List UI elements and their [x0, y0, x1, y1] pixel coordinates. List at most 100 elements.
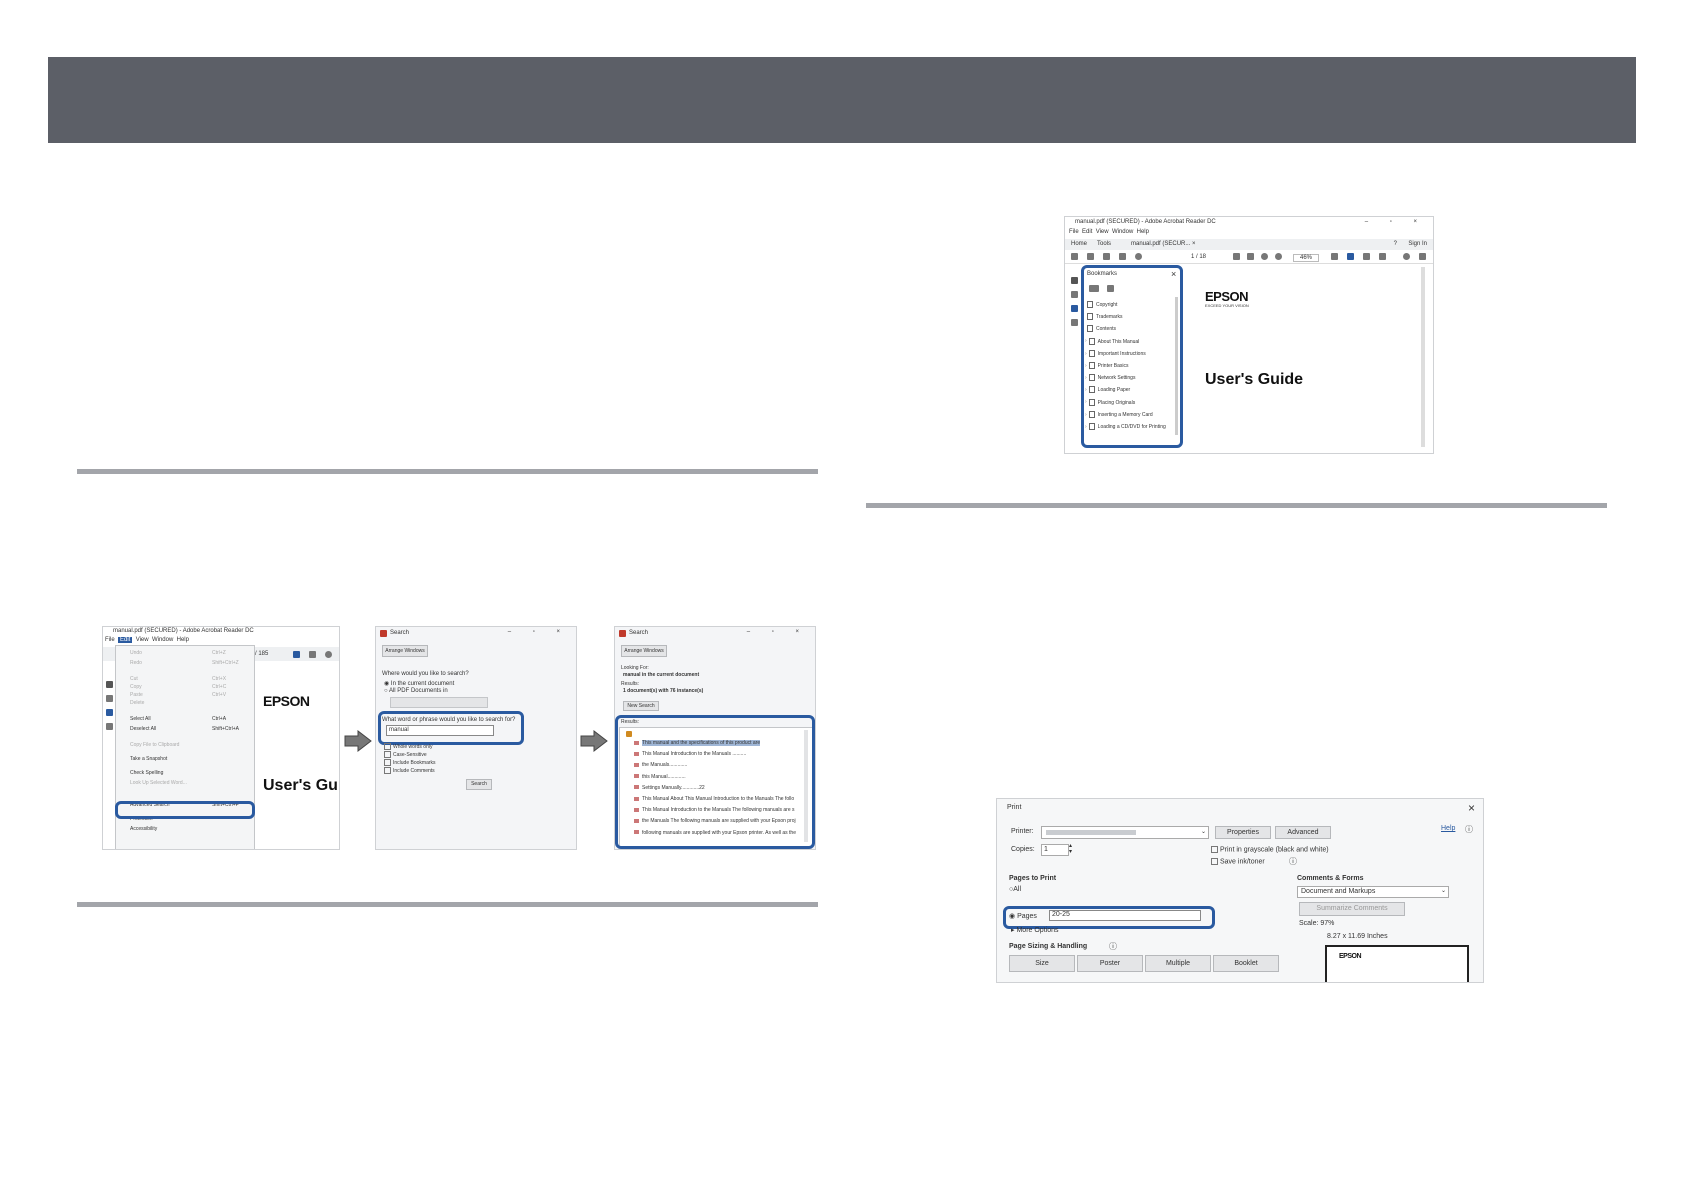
- header-banner: [48, 57, 1636, 143]
- edit-menu-item[interactable]: Select All Ctrl+A: [130, 716, 250, 722]
- grayscale-checkbox[interactable]: Print in grayscale (black and white): [1211, 846, 1329, 853]
- edit-menu-item[interactable]: Accessibility: [130, 826, 250, 832]
- print-dialog-title: Print: [1007, 804, 1022, 811]
- menu-bar[interactable]: File Edit View Window Help: [105, 637, 189, 643]
- copies-input[interactable]: 1: [1041, 844, 1069, 856]
- search-button[interactable]: Search: [466, 779, 492, 790]
- mail-icon[interactable]: [1119, 253, 1126, 260]
- arrange-windows-button[interactable]: Arrange Windows: [382, 645, 428, 657]
- page-indicator[interactable]: 1 / 18: [1191, 254, 1206, 260]
- option-all-pages[interactable]: ○All: [1009, 886, 1021, 893]
- menu-window[interactable]: Window: [152, 637, 173, 643]
- edit-menu-item[interactable]: Cut Ctrl+X: [130, 676, 250, 682]
- pages-icon[interactable]: [106, 695, 113, 702]
- zoom-out-icon[interactable]: [1261, 253, 1268, 260]
- edit-menu-item[interactable]: Deselect All Shift+Ctrl+A: [130, 726, 250, 732]
- tab-document[interactable]: manual.pdf (SECUR... ×: [1131, 241, 1196, 247]
- window-controls[interactable]: – ▫ ×: [1365, 219, 1427, 225]
- window-controls[interactable]: – ▫ ×: [747, 629, 809, 635]
- edit-menu-item[interactable]: Paste Ctrl+V: [130, 692, 250, 698]
- new-search-button[interactable]: New Search: [623, 701, 659, 711]
- edit-menu-item[interactable]: Check Spelling: [130, 770, 250, 776]
- rotate-icon[interactable]: [1363, 253, 1370, 260]
- menu-window[interactable]: Window: [1112, 229, 1133, 235]
- option-all-pdf[interactable]: ○ All PDF Documents in: [384, 688, 448, 694]
- tools-icon[interactable]: [1379, 253, 1386, 260]
- info-icon[interactable]: ⓘ: [1289, 856, 1297, 867]
- select-icon[interactable]: [1233, 253, 1240, 260]
- tab-tools[interactable]: Tools: [1097, 241, 1111, 247]
- pages-icon[interactable]: [1071, 291, 1078, 298]
- attachment-icon[interactable]: [106, 723, 113, 730]
- search-option-checkbox[interactable]: Include Comments: [384, 767, 435, 774]
- zoom-field[interactable]: 46%: [1293, 254, 1320, 262]
- window-controls[interactable]: – ▫ ×: [508, 629, 570, 635]
- grayscale-label: Print in grayscale (black and white): [1220, 846, 1329, 854]
- save-icon[interactable]: [1071, 253, 1078, 260]
- sign-in-link[interactable]: Sign In: [1408, 241, 1427, 247]
- search-icon[interactable]: [1135, 253, 1142, 260]
- size-button[interactable]: Size: [1009, 955, 1075, 972]
- comments-select[interactable]: Document and Markups ⌄: [1297, 886, 1449, 898]
- edit-menu-item[interactable]: Copy Ctrl+C: [130, 684, 250, 690]
- menu-file[interactable]: File: [1069, 229, 1079, 235]
- search-option-checkbox[interactable]: Include Bookmarks: [384, 759, 436, 766]
- lock-icon[interactable]: [106, 681, 113, 688]
- info-icon[interactable]: ⓘ: [1465, 824, 1473, 835]
- option-current-document[interactable]: ◉ In the current document: [384, 680, 454, 687]
- menu-edit[interactable]: Edit: [118, 637, 133, 643]
- close-icon[interactable]: ×: [1468, 801, 1475, 815]
- search-option-checkbox[interactable]: Case-Sensitive: [384, 751, 427, 758]
- booklet-button[interactable]: Booklet: [1213, 955, 1279, 972]
- print-icon[interactable]: [1103, 253, 1110, 260]
- select-icon[interactable]: [293, 651, 300, 658]
- hand-icon[interactable]: [1247, 253, 1254, 260]
- bookmark-icon[interactable]: [1071, 305, 1078, 312]
- multiple-button[interactable]: Multiple: [1145, 955, 1211, 972]
- arrange-windows-button[interactable]: Arrange Windows: [621, 645, 667, 657]
- folder-select[interactable]: [390, 697, 488, 708]
- printer-select[interactable]: ⌄: [1041, 826, 1209, 839]
- attachment-icon[interactable]: [1071, 319, 1078, 326]
- zoom-in-icon[interactable]: [1275, 253, 1282, 260]
- fit-icon[interactable]: [1331, 253, 1338, 260]
- menu-edit[interactable]: Edit: [1082, 229, 1092, 235]
- edit-menu-item[interactable]: Copy File to Clipboard: [130, 742, 250, 748]
- lock-icon[interactable]: [1071, 277, 1078, 284]
- poster-button[interactable]: Poster: [1077, 955, 1143, 972]
- help-link[interactable]: Help: [1441, 825, 1455, 832]
- copies-stepper[interactable]: ▴ ▾: [1069, 843, 1072, 855]
- edit-menu-item[interactable]: Take a Snapshot: [130, 756, 250, 762]
- edit-menu-item[interactable]: Delete: [130, 700, 250, 706]
- more-options-toggle[interactable]: ▸ More Options: [1011, 926, 1059, 934]
- sign-icon[interactable]: [1419, 253, 1426, 260]
- zoom-out-icon[interactable]: [325, 651, 332, 658]
- menu-bar[interactable]: File Edit View Window Help: [1069, 229, 1149, 235]
- info-icon[interactable]: ⓘ: [1109, 941, 1117, 952]
- menu-file[interactable]: File: [105, 637, 115, 643]
- search-option-checkbox[interactable]: Whole words only: [384, 743, 432, 750]
- hand-icon[interactable]: [309, 651, 316, 658]
- page-scrollbar[interactable]: [1421, 267, 1425, 447]
- help-icon[interactable]: ?: [1394, 241, 1397, 247]
- chevron-down-icon[interactable]: ⌄: [1441, 887, 1446, 894]
- comment-icon[interactable]: [1403, 253, 1410, 260]
- results-count: 1 document(s) with 76 instance(s): [623, 688, 704, 694]
- menu-help[interactable]: Help: [177, 637, 189, 643]
- bookmark-icon[interactable]: [106, 709, 113, 716]
- properties-button[interactable]: Properties: [1215, 826, 1271, 839]
- tab-home[interactable]: Home: [1071, 241, 1087, 247]
- edit-menu-label: Accessibility: [130, 826, 158, 832]
- chevron-down-icon[interactable]: ⌄: [1201, 828, 1206, 835]
- home-icon[interactable]: [1087, 253, 1094, 260]
- edit-menu-item[interactable]: Look Up Selected Word...: [130, 780, 250, 786]
- menu-help[interactable]: Help: [1137, 229, 1149, 235]
- menu-view[interactable]: View: [1096, 229, 1109, 235]
- advanced-button[interactable]: Advanced: [1275, 826, 1331, 839]
- edit-menu-item[interactable]: Redo Shift+Ctrl+Z: [130, 660, 250, 666]
- menu-view[interactable]: View: [136, 637, 149, 643]
- save-ink-checkbox[interactable]: Save ink/toner: [1211, 858, 1265, 865]
- scroll-mode-icon[interactable]: [1347, 253, 1354, 260]
- summarize-comments-button[interactable]: Summarize Comments: [1299, 902, 1405, 916]
- edit-menu-item[interactable]: Undo Ctrl+Z: [130, 650, 250, 656]
